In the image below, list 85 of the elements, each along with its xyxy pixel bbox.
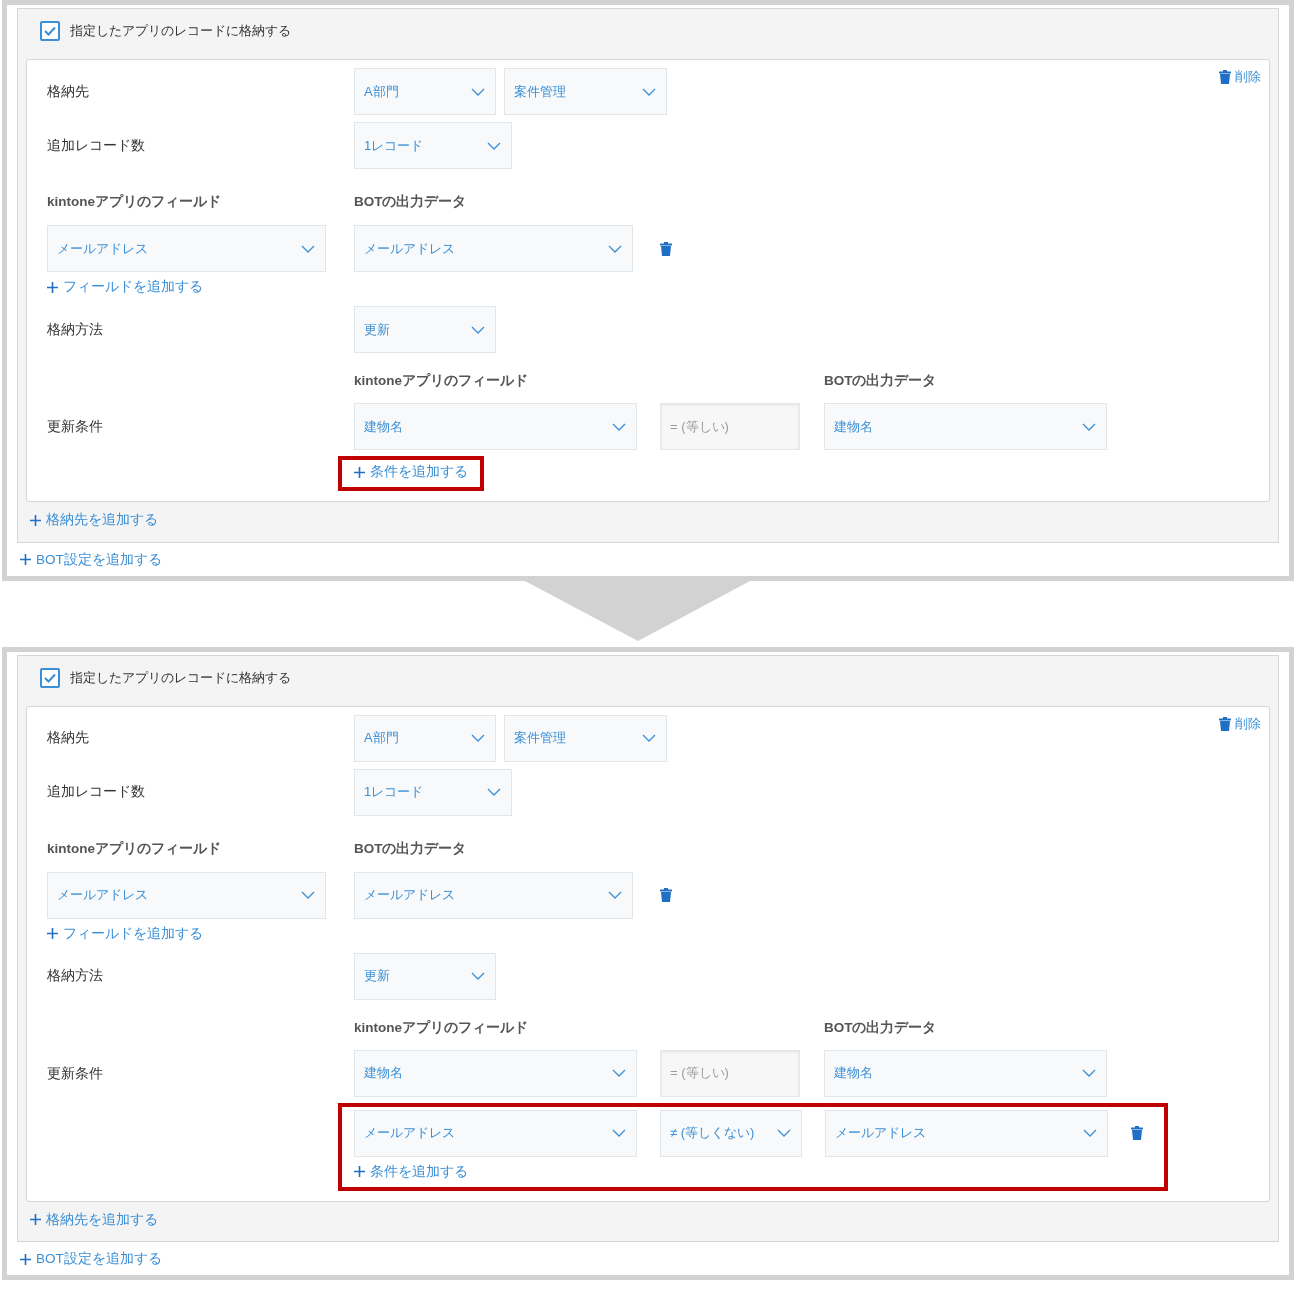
- dropdown-select[interactable]: メールアドレス: [47, 225, 326, 272]
- chevron-down-icon: [642, 87, 656, 96]
- add-field-link[interactable]: フィールドを追加する: [47, 278, 203, 296]
- dropdown-select[interactable]: 案件管理: [504, 68, 667, 115]
- chevron-down-icon: [471, 734, 485, 742]
- plus-icon: [20, 1253, 31, 1265]
- chevron-down-icon: [612, 1129, 626, 1137]
- checkbox-label: 指定したアプリのレコードに格納する: [70, 22, 291, 40]
- chevron-down-icon: [301, 891, 315, 899]
- dropdown-select[interactable]: メールアドレス: [354, 225, 633, 272]
- plus-icon: [30, 514, 41, 526]
- dropdown-select[interactable]: メールアドレス: [47, 871, 326, 919]
- column-header: kintoneアプリのフィールド: [47, 839, 222, 858]
- check-icon: [44, 26, 56, 36]
- add-field-link[interactable]: フィールドを追加する: [47, 924, 203, 943]
- operator-field: = (等しい): [660, 1049, 800, 1097]
- chevron-down-icon: [1082, 422, 1096, 431]
- field-label: 格納方法: [47, 320, 104, 339]
- trash-icon[interactable]: [660, 888, 672, 902]
- add-destination-link[interactable]: 格納先を追加する: [30, 1210, 158, 1229]
- field-label: 更新条件: [47, 418, 104, 436]
- dropdown-select[interactable]: 1レコード: [354, 768, 512, 816]
- dropdown-select[interactable]: 更新: [354, 952, 496, 1000]
- trash-icon[interactable]: [660, 241, 672, 256]
- add-bot-settings-link[interactable]: BOT設定を追加する: [20, 550, 162, 569]
- chevron-down-icon: [777, 1129, 791, 1137]
- chevron-down-icon: [471, 972, 485, 980]
- chevron-down-icon: [612, 422, 626, 431]
- chevron-down-icon: [642, 734, 656, 742]
- dropdown-select[interactable]: 案件管理: [504, 714, 667, 762]
- delete-link[interactable]: 削除: [1219, 68, 1261, 86]
- column-header: kintoneアプリのフィールド: [47, 193, 222, 211]
- field-label: 格納先: [47, 729, 90, 747]
- plus-icon: [30, 1214, 41, 1225]
- plus-icon: [354, 466, 365, 478]
- chevron-down-icon: [608, 244, 622, 253]
- chevron-down-icon: [1083, 1129, 1097, 1137]
- plus-icon: [47, 281, 58, 293]
- chevron-down-icon: [608, 891, 622, 899]
- add-condition-link[interactable]: 条件を追加する: [354, 1162, 468, 1181]
- add-destination-link[interactable]: 格納先を追加する: [30, 511, 158, 529]
- dropdown-select[interactable]: 更新: [354, 306, 496, 353]
- plus-icon: [20, 554, 31, 565]
- chevron-down-icon: [301, 244, 315, 253]
- dropdown-select[interactable]: 建物名: [824, 403, 1107, 450]
- chevron-down-icon: [487, 141, 501, 150]
- dropdown-select[interactable]: A部門: [354, 68, 496, 115]
- operator-field: = (等しい): [660, 403, 800, 450]
- plus-icon: [47, 928, 58, 939]
- add-bot-settings-link[interactable]: BOT設定を追加する: [20, 1250, 162, 1268]
- dropdown-select[interactable]: メールアドレス: [354, 1109, 637, 1157]
- field-label: 格納先: [47, 82, 90, 101]
- dropdown-select[interactable]: A部門: [354, 714, 496, 762]
- add-condition-link[interactable]: 条件を追加する: [354, 463, 468, 481]
- chevron-down-icon: [471, 87, 485, 96]
- dropdown-select[interactable]: 建物名: [354, 1049, 637, 1097]
- field-label: 更新条件: [47, 1064, 104, 1083]
- field-label: 追加レコード数: [47, 136, 146, 155]
- column-header: BOTの出力データ: [354, 839, 468, 858]
- field-label: 追加レコード数: [47, 783, 146, 801]
- dropdown-select[interactable]: 建物名: [354, 403, 637, 450]
- checkbox-label: 指定したアプリのレコードに格納する: [70, 668, 291, 687]
- plus-icon: [354, 1166, 365, 1177]
- chevron-down-icon: [471, 325, 485, 334]
- dropdown-select[interactable]: 1レコード: [354, 122, 512, 169]
- column-header: BOTの出力データ: [824, 372, 938, 390]
- chevron-down-icon: [487, 788, 501, 796]
- column-header: BOTの出力データ: [824, 1018, 938, 1037]
- operator-select[interactable]: ≠ (等しくない): [660, 1109, 802, 1157]
- check-icon: [44, 672, 56, 683]
- column-header: kintoneアプリのフィールド: [354, 372, 529, 390]
- trash-icon[interactable]: [1219, 70, 1231, 84]
- trash-icon[interactable]: [1219, 716, 1231, 731]
- chevron-down-icon: [612, 1069, 626, 1077]
- field-label: 格納方法: [47, 967, 104, 985]
- chevron-down-icon: [1082, 1069, 1096, 1077]
- delete-link[interactable]: 削除: [1219, 714, 1261, 733]
- dropdown-select[interactable]: メールアドレス: [354, 871, 633, 919]
- column-header: BOTの出力データ: [354, 193, 468, 211]
- checkbox[interactable]: [40, 21, 60, 41]
- dropdown-select[interactable]: 建物名: [824, 1049, 1107, 1097]
- trash-icon[interactable]: [1131, 1126, 1143, 1140]
- dropdown-select[interactable]: メールアドレス: [825, 1109, 1108, 1157]
- column-header: kintoneアプリのフィールド: [354, 1018, 529, 1037]
- checkbox[interactable]: [40, 667, 60, 688]
